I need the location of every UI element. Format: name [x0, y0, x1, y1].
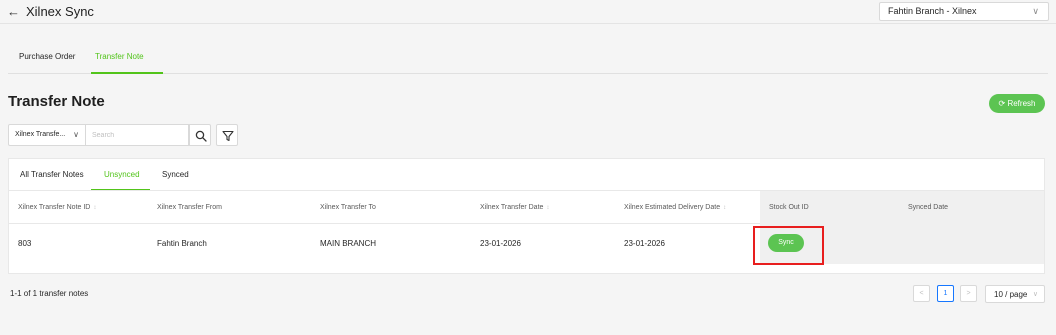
cell-transfer-to: MAIN BRANCH	[320, 239, 377, 248]
tab-all-transfer-notes[interactable]: All Transfer Notes	[20, 170, 84, 179]
search-field-select[interactable]: Xilnex Transfe... ∨	[8, 124, 86, 146]
cell-estimated-delivery-date: 23-01-2026	[624, 239, 665, 248]
highlight-box	[753, 226, 824, 265]
filter-button[interactable]	[216, 124, 238, 146]
tab-unsynced[interactable]: Unsynced	[104, 170, 140, 179]
app-title: Xilnex Sync	[26, 4, 94, 19]
sort-icon: ↕	[546, 205, 550, 211]
chevron-down-icon: ∨	[1032, 291, 1038, 298]
column-header-transfer-from: Xilnex Transfer From	[157, 204, 222, 211]
search-input[interactable]	[86, 124, 189, 146]
active-tab-indicator	[91, 72, 163, 74]
chevron-down-icon: ∨	[73, 130, 79, 139]
table-row: 803 Fahtin Branch MAIN BRANCH 23-01-2026…	[9, 224, 1044, 264]
filter-icon	[222, 130, 234, 142]
search-icon	[195, 130, 207, 142]
branch-selector[interactable]: Fahtin Branch - Xilnex ∨	[879, 2, 1049, 21]
top-bar: ← Xilnex Sync Fahtin Branch - Xilnex ∨	[0, 0, 1056, 24]
tab-purchase-order[interactable]: Purchase Order	[19, 52, 75, 61]
back-arrow-icon[interactable]: ←	[7, 4, 20, 20]
prev-page-button[interactable]: <	[913, 285, 930, 302]
column-header-transfer-date[interactable]: Xilnex Transfer Date ↕	[480, 204, 549, 211]
refresh-button[interactable]: ⟳ Refresh	[989, 94, 1045, 113]
cell-note-id: 803	[18, 239, 32, 248]
sort-icon: ↕	[723, 205, 727, 211]
tab-transfer-note[interactable]: Transfer Note	[95, 52, 144, 61]
column-header-transfer-to: Xilnex Transfer To	[320, 204, 376, 211]
page-title: Transfer Note	[8, 93, 105, 110]
pagination-summary: 1-1 of 1 transfer notes	[10, 289, 89, 298]
cell-transfer-from: Fahtin Branch	[157, 239, 207, 248]
page-size-value: 10 / page	[994, 290, 1028, 299]
column-header-synced-date: Synced Date	[908, 204, 949, 211]
search-field-select-value: Xilnex Transfe...	[15, 131, 66, 138]
sort-icon: ↕	[93, 205, 97, 211]
column-header-stock-out-id: Stock Out ID	[769, 204, 809, 211]
next-page-button[interactable]: >	[960, 285, 977, 302]
tab-synced[interactable]: Synced	[162, 170, 189, 179]
page-tabs: Purchase Order Transfer Note	[8, 46, 1048, 74]
column-header-note-id[interactable]: Xilnex Transfer Note ID ↕	[18, 204, 96, 211]
branch-selector-value: Fahtin Branch - Xilnex	[888, 6, 977, 16]
page-size-selector[interactable]: 10 / page ∨	[985, 285, 1045, 303]
cell-transfer-date: 23-01-2026	[480, 239, 521, 248]
chevron-down-icon: ∨	[1032, 6, 1039, 16]
search-button[interactable]	[189, 124, 211, 146]
column-header-estimated-delivery-date[interactable]: Xilnex Estimated Delivery Date ↕	[624, 204, 726, 211]
table-header: Xilnex Transfer Note ID ↕ Xilnex Transfer…	[9, 190, 1044, 224]
page-1-button[interactable]: 1	[937, 285, 954, 302]
transfer-notes-card: All Transfer Notes Unsynced Synced Xilne…	[8, 158, 1045, 274]
